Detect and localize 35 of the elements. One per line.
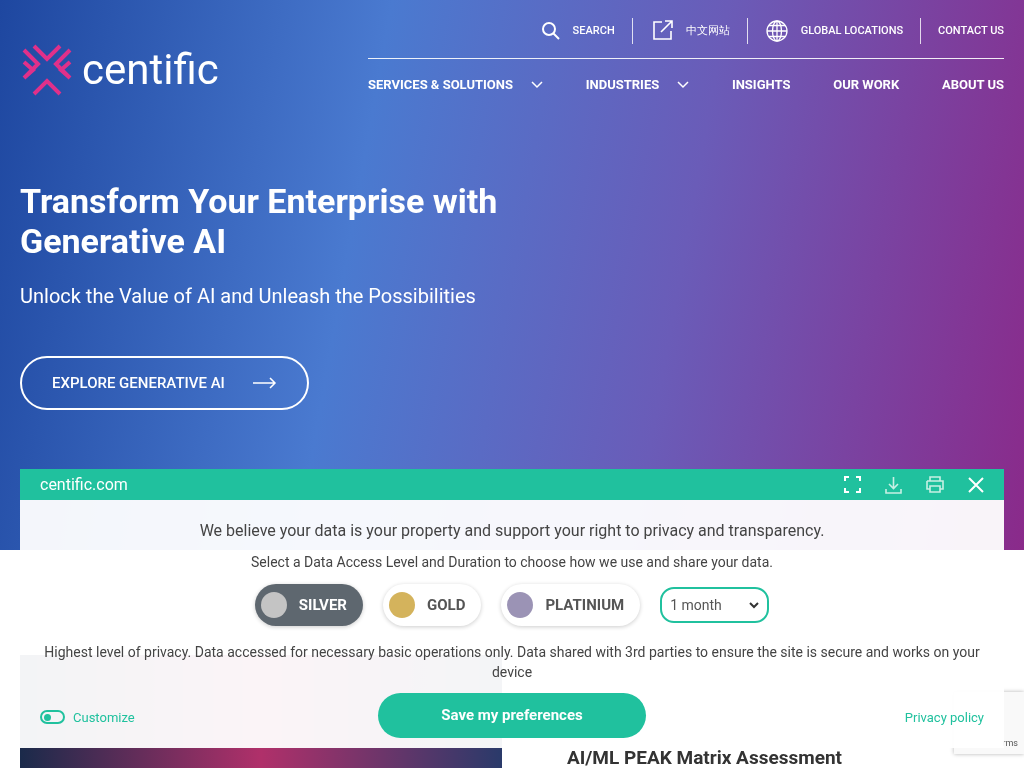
duration-dropdown[interactable]: 1 month [660,587,770,623]
top-link[interactable]: CONTACT US [938,22,1004,40]
nav-link[interactable]: SERVICES & SOLUTIONS [368,75,543,95]
hero-title: Transform Your Enterprise with Generative AI [20,181,499,261]
print-icon[interactable] [926,476,944,493]
download-icon[interactable] [885,475,902,494]
consent-description: Highest level of privacy. Data accessed for necessary basic operations only. Data shared with 3rd parties to ensure the site is secure and works on your device [43,643,981,682]
top-link[interactable]: GLOBAL LOCATIONS [764,19,904,43]
access-level-option[interactable]: PLATINIUM [501,584,641,626]
close-icon[interactable] [968,476,984,493]
chevron-down-icon [677,81,690,89]
recaptcha-terms-text: rms [1002,736,1018,750]
explore-button[interactable]: EXPLORE GENERATIVE AI [20,356,309,410]
arrow-right-icon [252,377,277,389]
search-icon [540,21,561,41]
fullscreen-icon[interactable] [844,476,861,493]
logo-mark-icon [20,44,74,96]
access-level-option[interactable]: SILVER [254,584,363,626]
logo-text: centific [82,49,219,91]
chevron-down-icon [531,81,543,89]
nav-link[interactable]: INDUSTRIES [585,75,690,95]
chevron-down-icon [749,601,760,609]
access-level-option[interactable]: GOLD [382,584,482,626]
top-link[interactable]: 中文网站 [649,19,730,43]
globe-icon [764,19,789,43]
nav-link[interactable]: INSIGHTS [731,75,791,95]
consent-instruction: Select a Data Access Level and Duration to choose how we use and share your data. [251,553,773,572]
nav-link[interactable]: OUR WORK [833,75,900,95]
hero-subtitle: Unlock the Value of AI and Unleash the Possibilities [20,283,477,310]
dialog-site-name: centific.com [40,473,128,496]
top-link[interactable]: SEARCH [540,21,615,41]
nav-link[interactable]: ABOUT US [941,75,1004,95]
consent-heading: We believe your data is your property and support your right to privacy and transparency. [199,520,825,542]
article-title: AI/ML PEAK Matrix Assessment [567,748,842,768]
logo[interactable]: centific [20,44,219,96]
